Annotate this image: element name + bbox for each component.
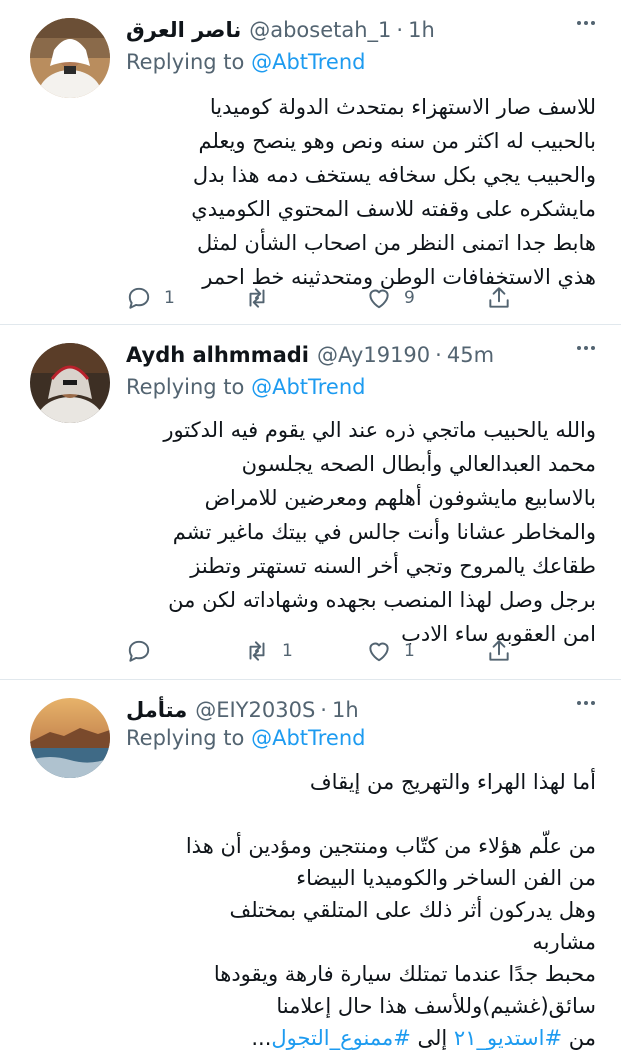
hashtag-link[interactable]: #ممنوع_التجول <box>271 1026 410 1050</box>
replying-to: Replying to @AbtTrend <box>126 726 365 750</box>
ellipsis: ... <box>251 1026 272 1050</box>
tweet-header: Aydh alhmmadi @Ay19190 · 45m <box>126 333 561 377</box>
tweet-line: والله يالحبيب ماتجي ذره عند الي يقوم فيه… <box>163 418 596 442</box>
timestamp[interactable]: 1h <box>408 18 435 42</box>
tweet-actions: 1 9 <box>126 278 526 318</box>
share-icon <box>489 640 509 661</box>
like-button[interactable]: 1 <box>366 631 415 671</box>
avatar[interactable] <box>30 698 110 778</box>
tweet-text: للاسف صار الاستهزاء بمتحدث الدولة كوميدي… <box>126 90 596 294</box>
replying-to: Replying to @AbtTrend <box>126 375 365 399</box>
display-name[interactable]: متأمل <box>126 698 187 722</box>
tweet-line: سائق(غشيم)وللأسف هذا حال إعلامنا <box>276 994 596 1018</box>
replying-to-mention[interactable]: @AbtTrend <box>251 375 365 399</box>
more-icon <box>577 21 595 25</box>
replying-prefix: Replying to <box>126 50 252 74</box>
like-count: 1 <box>404 641 415 661</box>
heart-icon <box>369 642 389 662</box>
username[interactable]: @abosetah_1 <box>249 18 391 42</box>
like-button[interactable]: 9 <box>366 278 415 318</box>
tweet-line: بالاسابيع مايشوفون أهلهم ومعرضين للامراض <box>204 486 596 510</box>
tweet-line: هابط جدا اتمنى النظر من اصحاب الشأن لمثل <box>196 231 596 255</box>
tweet-header: ناصر العرق @abosetah_1 · 1h <box>126 8 561 52</box>
tweet-2[interactable]: Aydh alhmmadi @Ay19190 · 45m Replying to… <box>0 325 621 679</box>
tweet-line: والحبيب يجي بكل سخافه يستخف دمه هذا بدل <box>192 163 596 187</box>
tweet-text: والله يالحبيب ماتجي ذره عند الي يقوم فيه… <box>126 413 596 651</box>
tweet-line: محبط جدًا عندما تمتلك سيارة فارهة ويقوده… <box>213 962 596 986</box>
last-line-prefix: من <box>562 1026 596 1050</box>
tweet-line: محمد العبدالعالي وأبطال الصحه يجلسون <box>241 452 596 476</box>
separator: · <box>320 698 327 722</box>
tweet-line: أما لهذا الهراء والتهريج من إيقاف <box>309 770 596 794</box>
hashtag-link[interactable]: #استديو_٢١ <box>454 1026 562 1050</box>
like-count: 9 <box>404 288 415 308</box>
user-photo <box>30 698 110 778</box>
tweet-3[interactable]: متأمل @EIY2030S · 1h Replying to @AbtTre… <box>0 680 621 1064</box>
separator: · <box>396 18 404 42</box>
retweet-icon <box>249 641 265 661</box>
reply-icon <box>128 640 150 662</box>
separator: · <box>435 343 442 367</box>
share-button[interactable] <box>486 631 512 671</box>
reply-button[interactable]: 1 <box>126 278 175 318</box>
timestamp[interactable]: 45m <box>447 343 494 367</box>
heart-icon <box>369 289 389 309</box>
tweet-line: برجل وصل لهذا المنصب بجهده وشهاداته لكن … <box>168 588 596 612</box>
tweet-line: مشاربه <box>532 930 596 954</box>
tweet-last-line: من #استديو_٢١ إلى #ممنوع_التجول... <box>126 1022 596 1054</box>
tweet-text: أما لهذا الهراء والتهريج من إيقاف من علّ… <box>126 766 596 1054</box>
tweet-1[interactable]: ناصر العرق @abosetah_1 · 1h Replying to … <box>0 0 621 324</box>
avatar[interactable] <box>30 18 110 98</box>
reply-icon <box>128 287 150 309</box>
user-photo <box>30 18 110 98</box>
username[interactable]: @EIY2030S <box>195 698 315 722</box>
retweet-button[interactable] <box>244 278 282 318</box>
tweet-actions: 1 1 <box>126 631 526 671</box>
reply-button[interactable] <box>126 631 164 671</box>
display-name[interactable]: ناصر العرق <box>126 18 241 42</box>
avatar[interactable] <box>30 343 110 423</box>
replying-to-mention[interactable]: @AbtTrend <box>251 50 365 74</box>
last-line-middle: إلى <box>410 1026 454 1050</box>
more-icon <box>577 701 595 705</box>
retweet-button[interactable]: 1 <box>244 631 293 671</box>
share-button[interactable] <box>486 278 512 318</box>
username[interactable]: @Ay19190 <box>317 343 430 367</box>
tweet-line: وهل يدركون أثر ذلك على المتلقي بمختلف <box>229 898 596 922</box>
tweet-line: من الفن الساخر والكوميديا البيضاء <box>296 866 596 890</box>
replying-to: Replying to @AbtTrend <box>126 50 365 74</box>
tweet-line: مايشكره على وقفته للاسف المحتوي الكوميدي <box>191 197 596 221</box>
tweet-line: والمخاطر عشانا وأنت جالس في بيتك ماغير ت… <box>172 520 596 544</box>
tweet-line: طقاعك يالمروح وتجي أخر السنه تستهتر وتطن… <box>190 554 596 578</box>
user-photo <box>30 343 110 423</box>
tweet-line: من علّم هؤلاء من كتّاب ومنتجين ومؤدين أن… <box>185 834 596 858</box>
display-name[interactable]: Aydh alhmmadi <box>126 343 309 367</box>
more-options-button[interactable] <box>569 686 603 720</box>
replying-prefix: Replying to <box>126 375 252 399</box>
tweet-line: بالحبيب له اكثر من سنه ونص وهو ينصح ويعل… <box>198 129 596 153</box>
more-options-button[interactable] <box>569 331 603 365</box>
more-options-button[interactable] <box>569 6 603 40</box>
replying-prefix: Replying to <box>126 726 252 750</box>
tweet-line: للاسف صار الاستهزاء بمتحدث الدولة كوميدي… <box>209 95 596 119</box>
retweet-count: 1 <box>282 641 293 661</box>
replying-to-mention[interactable]: @AbtTrend <box>251 726 365 750</box>
timestamp[interactable]: 1h <box>332 698 359 722</box>
share-icon <box>489 287 509 308</box>
more-icon <box>577 346 595 350</box>
reply-count: 1 <box>164 288 175 308</box>
retweet-icon <box>249 288 265 308</box>
